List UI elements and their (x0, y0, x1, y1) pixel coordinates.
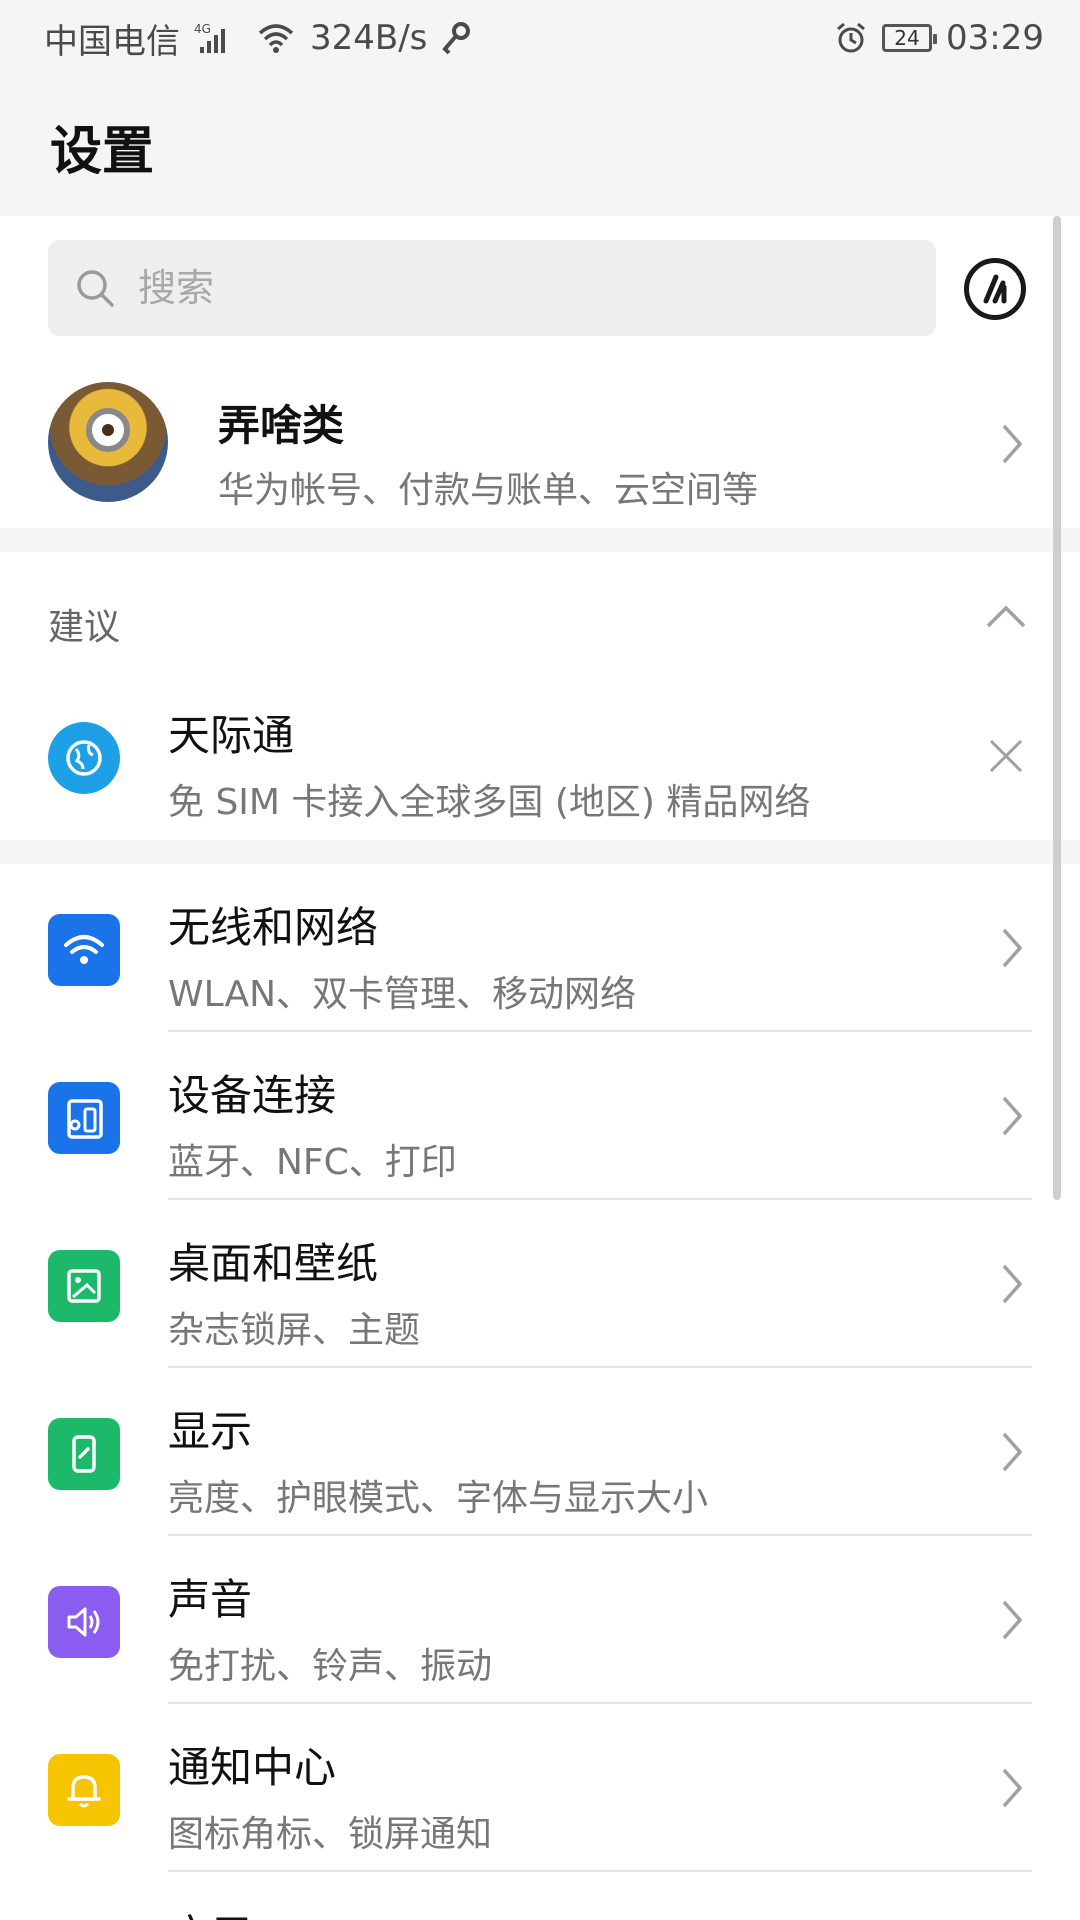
scrollbar[interactable] (1053, 216, 1061, 1200)
settings-item-notifications[interactable]: 通知中心 图标角标、锁屏通知 (0, 1704, 1080, 1872)
battery-level: 24 (894, 26, 920, 50)
settings-item-apps[interactable]: 应用 (0, 1872, 1080, 1920)
chevron-right-icon (1000, 1094, 1024, 1142)
account-subtitle: 华为帐号、付款与账单、云空间等 (218, 470, 759, 511)
chevron-right-icon (1000, 1262, 1024, 1310)
settings-item-sound[interactable]: 声音 免打扰、铃声、振动 (0, 1536, 1080, 1704)
suggestion-subtitle: 免 SIM 卡接入全球多国 (地区) 精品网络 (168, 782, 811, 823)
chevron-right-icon (1000, 422, 1024, 470)
avatar (48, 382, 168, 502)
chevron-right-icon (1000, 926, 1024, 974)
search-icon (74, 267, 116, 309)
clock-label: 03:29 (946, 18, 1044, 58)
item-title: 声音 (168, 1575, 253, 1624)
item-title: 设备连接 (168, 1071, 337, 1120)
item-subtitle: 亮度、护眼模式、字体与显示大小 (168, 1478, 709, 1519)
key-icon (441, 21, 471, 55)
svg-text:4G: 4G (194, 22, 211, 36)
carrier-label: 中国电信 (44, 21, 180, 62)
signal-icon: 4G (194, 21, 242, 55)
item-subtitle: 免打扰、铃声、振动 (168, 1646, 493, 1687)
item-subtitle: 杂志锁屏、主题 (168, 1310, 421, 1351)
item-subtitle: 图标角标、锁屏通知 (168, 1814, 493, 1855)
chevron-right-icon (1000, 1430, 1024, 1478)
suggestion-title: 天际通 (168, 711, 295, 760)
item-title: 应用 (168, 1902, 252, 1920)
item-subtitle: 蓝牙、NFC、打印 (168, 1142, 457, 1183)
settings-item-wireless[interactable]: 无线和网络 WLAN、双卡管理、移动网络 (0, 864, 1080, 1032)
wallpaper-icon (48, 1250, 120, 1322)
chevron-up-icon[interactable] (984, 604, 1028, 634)
bell-icon (48, 1754, 120, 1826)
account-row[interactable]: 弄啥类 华为帐号、付款与账单、云空间等 (0, 372, 1080, 522)
page-title: 设置 (50, 121, 155, 182)
chevron-right-icon (1000, 1766, 1024, 1814)
settings-item-display[interactable]: 显示 亮度、护眼模式、字体与显示大小 (0, 1368, 1080, 1536)
alarm-icon (834, 21, 868, 55)
wifi-icon (48, 914, 120, 986)
settings-item-wallpaper[interactable]: 桌面和壁纸 杂志锁屏、主题 (0, 1200, 1080, 1368)
suggestion-item[interactable]: 天际通 免 SIM 卡接入全球多国 (地区) 精品网络 (0, 672, 1080, 840)
close-icon[interactable] (988, 738, 1024, 778)
chevron-right-icon (1000, 1598, 1024, 1646)
search-bar[interactable] (48, 240, 936, 336)
battery-icon: 24 (882, 24, 938, 52)
item-subtitle: WLAN、双卡管理、移动网络 (168, 974, 637, 1015)
device-connect-icon (48, 1082, 120, 1154)
globe-icon (48, 722, 120, 794)
huawei-assistant-icon[interactable] (964, 258, 1026, 320)
display-icon (48, 1418, 120, 1490)
app-bar: 设置 (0, 76, 1080, 216)
status-bar: 中国电信 4G 324B/s 24 03:29 (0, 0, 1080, 76)
item-title: 显示 (168, 1407, 253, 1456)
sound-icon (48, 1586, 120, 1658)
item-title: 无线和网络 (168, 903, 379, 952)
suggestions-title: 建议 (48, 607, 121, 648)
item-title: 桌面和壁纸 (168, 1239, 379, 1288)
wifi-icon (256, 21, 296, 55)
account-name: 弄啥类 (218, 401, 345, 450)
settings-item-device-connect[interactable]: 设备连接 蓝牙、NFC、打印 (0, 1032, 1080, 1200)
search-input[interactable] (136, 265, 840, 311)
item-title: 通知中心 (168, 1743, 337, 1792)
speed-label: 324B/s (310, 18, 428, 58)
